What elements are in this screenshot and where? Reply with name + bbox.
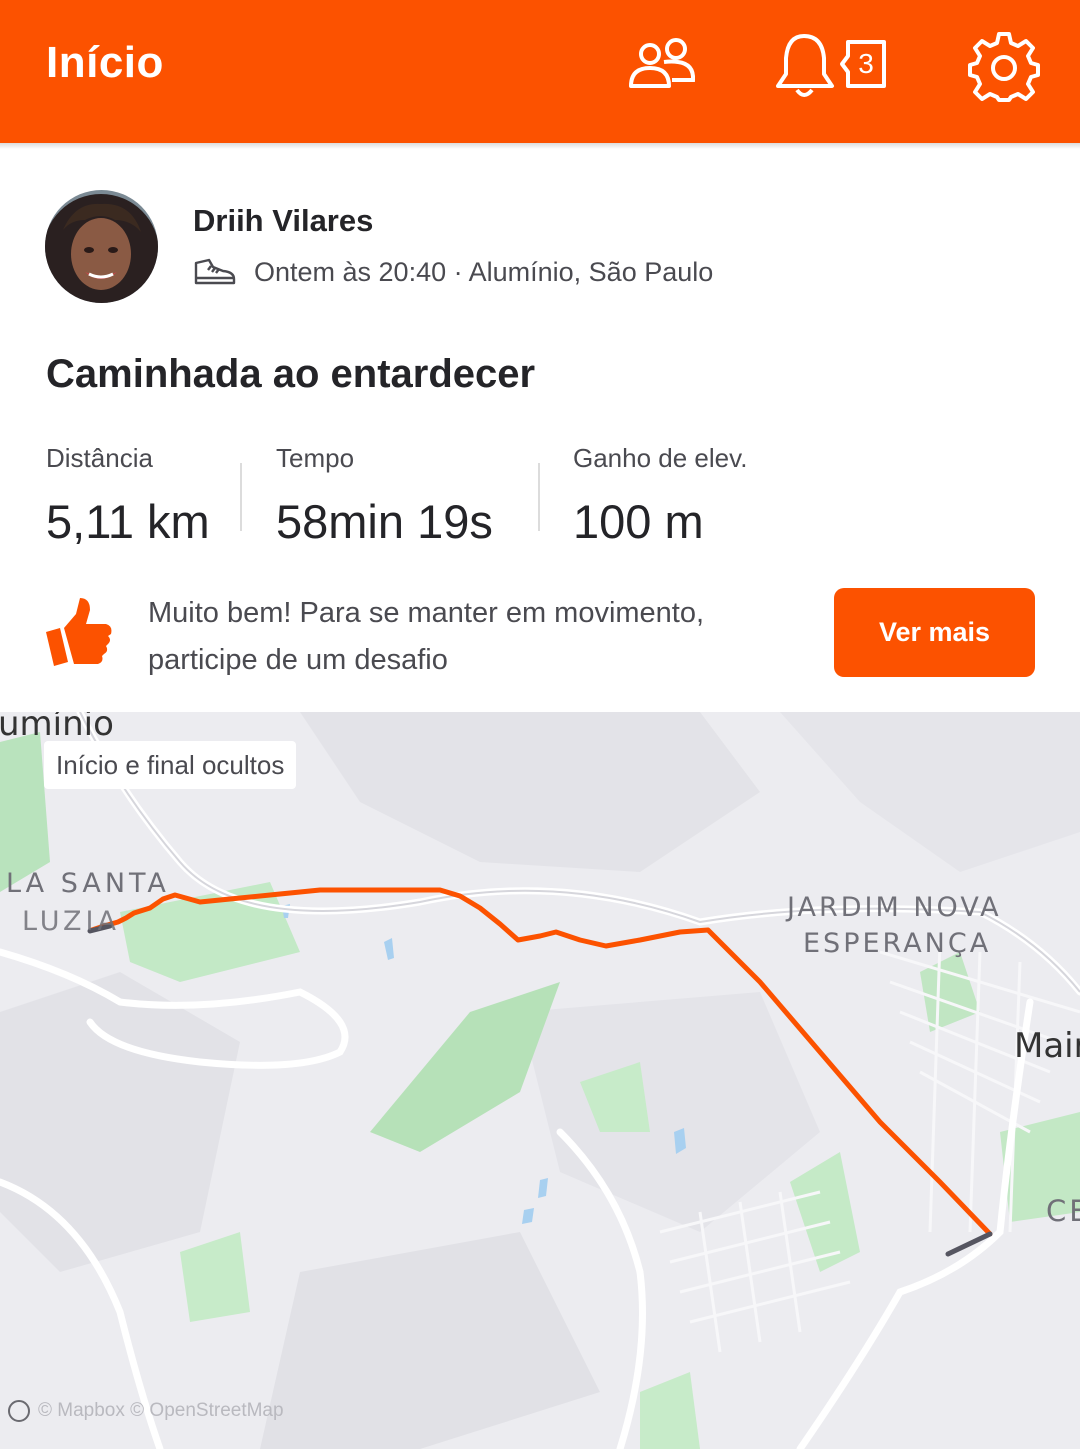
- thumbs-up-icon: [44, 596, 114, 673]
- stat-divider: [538, 463, 540, 531]
- map-place-label: LA SANTA: [6, 868, 170, 899]
- stat-divider: [240, 463, 242, 531]
- activity-title[interactable]: Caminhada ao entardecer: [46, 352, 535, 397]
- promo-text: Muito bem! Para se manter em movimento, …: [148, 597, 705, 676]
- athlete-name[interactable]: Driih Vilares: [193, 203, 373, 239]
- map-attribution[interactable]: © Mapbox © OpenStreetMap: [8, 1400, 284, 1422]
- stat-value: 5,11 km: [46, 495, 210, 548]
- stat-time: Tempo 58min 19s: [276, 443, 493, 549]
- map-place-label: CE: [1046, 1194, 1080, 1228]
- activity-meta: Ontem às 20:40 · Alumínio, São Paulo: [193, 254, 713, 290]
- header-shadow: [0, 143, 1080, 149]
- map-place-label: umínio: [0, 712, 114, 744]
- ver-mais-button[interactable]: Ver mais: [834, 588, 1035, 677]
- stat-label: Distância: [46, 443, 153, 473]
- route-map[interactable]: umínio LA SANTA LUZIA JARDIM NOVA ESPERA…: [0, 712, 1080, 1449]
- info-icon[interactable]: [8, 1400, 30, 1422]
- walking-shoe-icon: [194, 258, 236, 285]
- friends-icon[interactable]: [626, 36, 698, 99]
- notification-count-badge: 3: [858, 48, 874, 79]
- hidden-start-end-badge: Início e final ocultos: [44, 741, 297, 789]
- map-place-label: LUZIA: [22, 906, 120, 937]
- top-app-bar: Início 3: [0, 0, 1080, 143]
- map-place-label: JARDIM NOVA: [787, 892, 1002, 923]
- map-place-label: Mair: [1014, 1026, 1080, 1066]
- stat-label: Ganho de elev.: [573, 443, 748, 473]
- notifications-icon[interactable]: 3: [776, 30, 888, 107]
- avatar[interactable]: [45, 190, 158, 303]
- stat-value: 58min 19s: [276, 495, 493, 548]
- stat-value: 100 m: [573, 495, 704, 548]
- attribution-text[interactable]: © Mapbox © OpenStreetMap: [38, 1400, 284, 1422]
- page-title: Início: [46, 38, 164, 87]
- activity-date-location: Ontem às 20:40 · Alumínio, São Paulo: [254, 256, 714, 287]
- stat-label: Tempo: [276, 443, 355, 473]
- settings-gear-icon[interactable]: [968, 30, 1040, 107]
- stat-distance: Distância 5,11 km: [46, 443, 210, 549]
- stat-elevation: Ganho de elev. 100 m: [573, 443, 747, 549]
- map-place-label: ESPERANÇA: [803, 928, 992, 959]
